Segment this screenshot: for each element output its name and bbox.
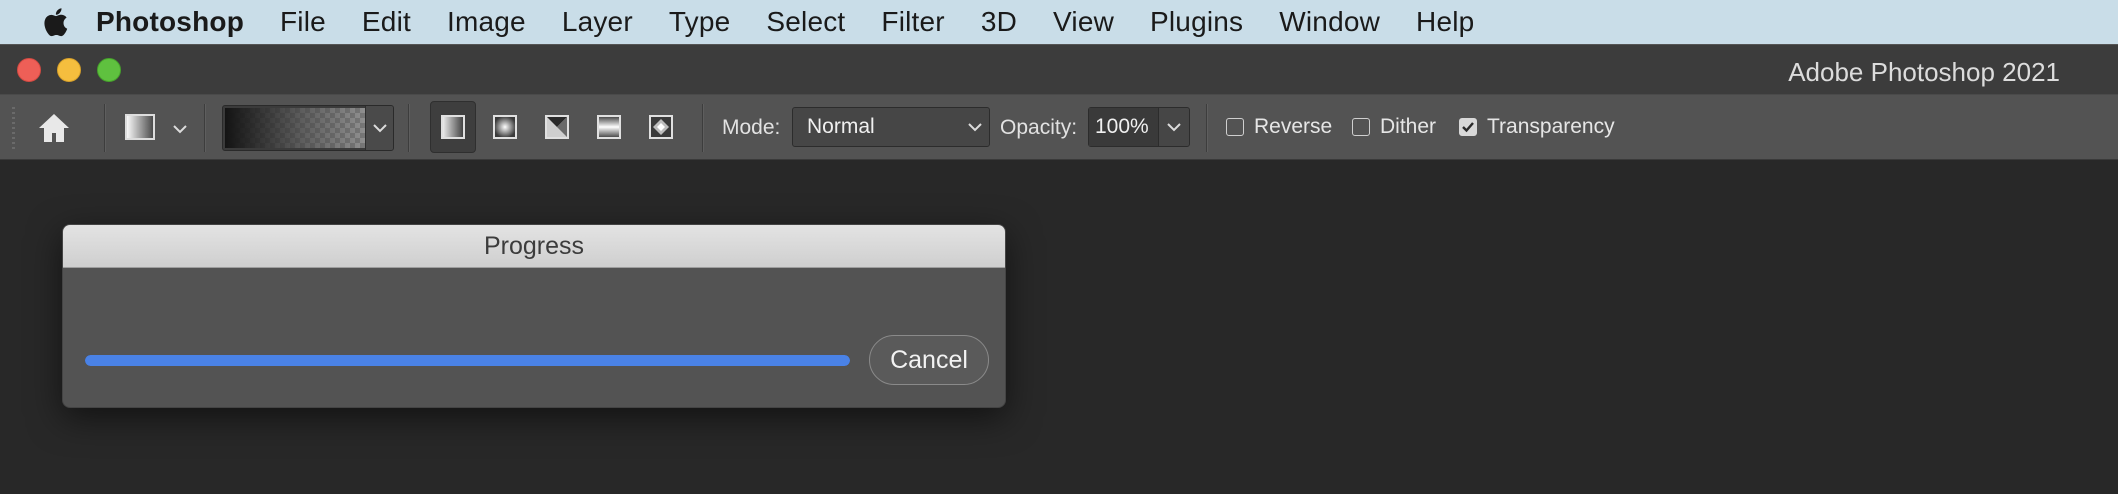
linear-gradient-button[interactable]	[430, 101, 476, 153]
maximize-window-button[interactable]	[97, 58, 121, 82]
apple-logo-icon[interactable]	[42, 5, 70, 39]
options-separator	[104, 104, 106, 152]
dither-label[interactable]: Dither	[1380, 115, 1436, 139]
mode-select-value: Normal	[807, 115, 875, 138]
gradient-picker[interactable]	[222, 105, 394, 151]
angle-gradient-button[interactable]	[536, 107, 578, 147]
opacity-label: Opacity:	[1000, 116, 1078, 139]
checkmark-icon	[1462, 122, 1474, 133]
opacity-control[interactable]: 100%	[1088, 107, 1190, 147]
menu-plugins[interactable]: Plugins	[1132, 6, 1261, 38]
chevron-down-icon[interactable]	[365, 106, 393, 150]
menu-filter[interactable]: Filter	[863, 6, 962, 38]
dither-checkbox[interactable]	[1352, 118, 1370, 136]
opacity-input[interactable]: 100%	[1089, 108, 1159, 146]
progress-bar-fill	[85, 355, 850, 366]
diamond-gradient-button[interactable]	[640, 107, 682, 147]
menu-photoshop[interactable]: Photoshop	[96, 6, 262, 38]
menu-view[interactable]: View	[1035, 6, 1132, 38]
radial-gradient-button[interactable]	[484, 107, 526, 147]
dialog-title[interactable]: Progress	[63, 225, 1005, 268]
minimize-window-button[interactable]	[57, 58, 81, 82]
tool-options-bar: Mode: Normal Opacity: 100% Reverse Dithe…	[0, 94, 2118, 160]
menu-type[interactable]: Type	[651, 6, 749, 38]
options-separator	[408, 104, 410, 152]
menu-window[interactable]: Window	[1261, 6, 1398, 38]
window-title: Adobe Photoshop 2021	[1788, 57, 2060, 87]
options-separator	[702, 104, 704, 152]
chevron-down-icon	[967, 118, 983, 142]
transparency-checkbox[interactable]	[1459, 118, 1477, 136]
menu-help[interactable]: Help	[1398, 6, 1492, 38]
window-titlebar[interactable]: Adobe Photoshop 2021	[0, 44, 2118, 94]
gradient-tool-preset-icon[interactable]	[120, 109, 160, 147]
gradient-swatch[interactable]	[225, 108, 365, 148]
menu-image[interactable]: Image	[429, 6, 544, 38]
progress-dialog: Progress Cancel	[62, 224, 1006, 408]
cancel-button[interactable]: Cancel	[869, 335, 989, 385]
reverse-label[interactable]: Reverse	[1254, 115, 1332, 139]
options-separator	[204, 104, 206, 152]
menubar: Photoshop File Edit Image Layer Type Sel…	[0, 0, 2118, 44]
menu-file[interactable]: File	[262, 6, 344, 38]
options-separator	[1206, 104, 1208, 152]
menu-edit[interactable]: Edit	[344, 6, 429, 38]
progress-bar	[85, 355, 850, 366]
menu-layer[interactable]: Layer	[544, 6, 651, 38]
reflected-gradient-button[interactable]	[588, 107, 630, 147]
mode-label: Mode:	[722, 116, 781, 139]
reverse-checkbox[interactable]	[1226, 118, 1244, 136]
chevron-down-icon[interactable]	[164, 115, 196, 143]
chevron-down-icon[interactable]	[1159, 108, 1189, 146]
home-icon[interactable]	[34, 109, 74, 147]
close-window-button[interactable]	[17, 58, 41, 82]
mode-select[interactable]: Normal	[792, 107, 990, 147]
options-bar-grip[interactable]	[12, 107, 15, 149]
menu-select[interactable]: Select	[748, 6, 863, 38]
transparency-label[interactable]: Transparency	[1487, 115, 1615, 139]
menu-3d[interactable]: 3D	[963, 6, 1035, 38]
